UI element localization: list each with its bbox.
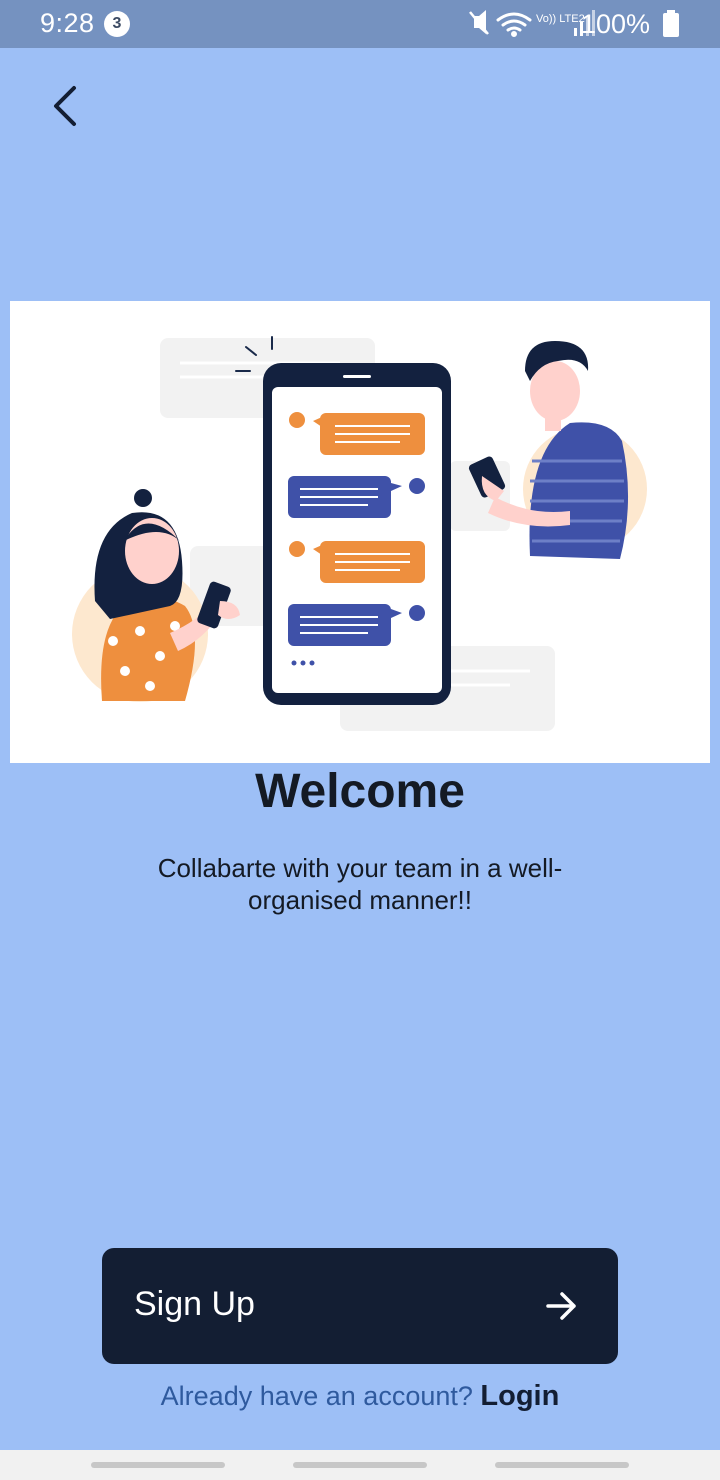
hero-illustration [10,301,710,763]
back-button[interactable] [40,80,92,132]
network-label: Vo)) LTE2 [536,13,585,25]
arrow-right-icon [546,1292,576,1320]
page-title: Welcome [255,765,465,818]
nav-home-button[interactable] [293,1462,427,1468]
chat-illustration [72,336,647,731]
nav-recents-button[interactable] [91,1462,225,1468]
sign-up-label: Sign Up [134,1285,255,1323]
system-nav-bar [0,1450,720,1480]
login-prompt: Already have an account? [160,1381,473,1411]
chevron-left-icon [54,86,76,126]
notification-badge: 3 [104,11,130,37]
status-time: 9:28 [40,8,95,38]
wifi-icon [496,12,532,37]
nav-back-button[interactable] [495,1462,629,1468]
status-bar: 9:28 3 Vo)) LTE2 100% [0,0,720,48]
login-row: Already have an account? Login [0,1380,720,1413]
battery-icon [663,10,679,37]
battery-percent: 100% [580,9,650,39]
sign-up-button[interactable]: Sign Up [102,1248,618,1364]
page-subtitle: Collabarte with your team in a well-orga… [157,853,563,915]
login-link[interactable]: Login [480,1380,559,1412]
mute-icon [469,10,489,35]
